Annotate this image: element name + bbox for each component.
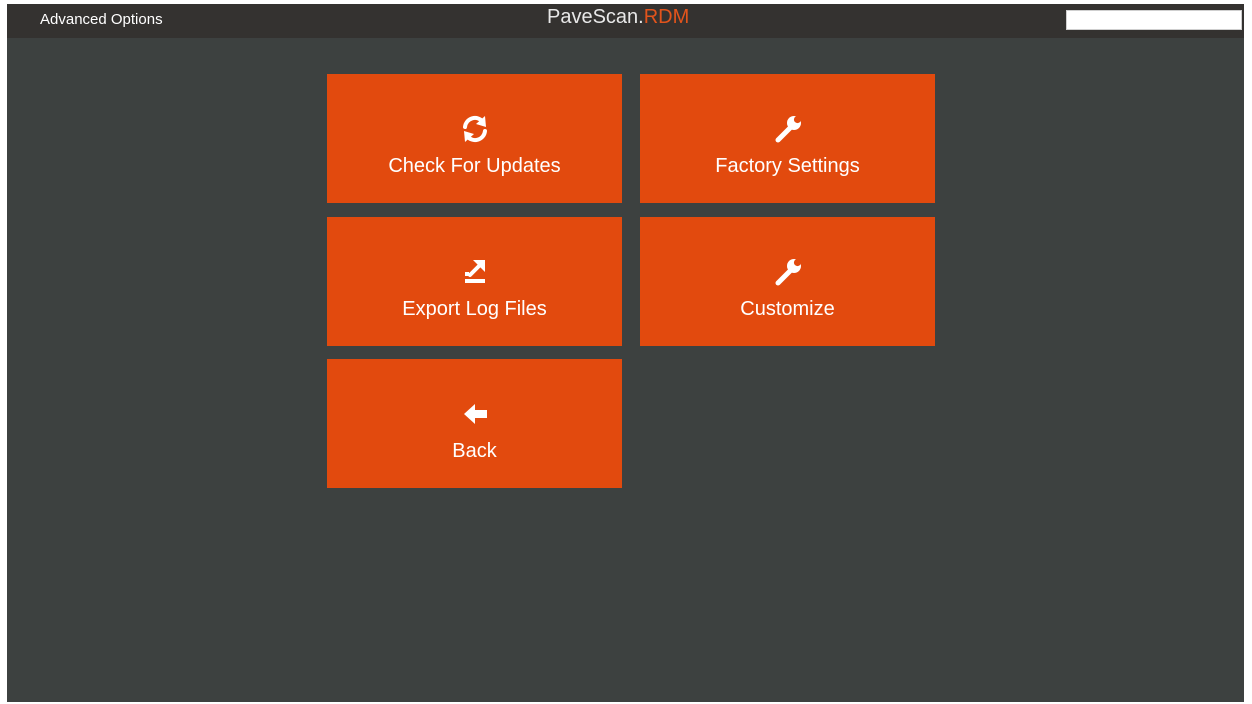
- export-icon: [458, 255, 492, 289]
- check-for-updates-label: Check For Updates: [388, 155, 561, 177]
- customize-button[interactable]: Customize: [640, 217, 935, 346]
- export-log-files-button[interactable]: Export Log Files: [327, 217, 622, 346]
- wrench-icon: [771, 255, 805, 289]
- brand-logo: PaveScan.RDM: [547, 6, 689, 29]
- top-bar: Advanced Options PaveScan.RDM: [7, 4, 1244, 38]
- wrench-icon: [771, 112, 805, 146]
- back-label: Back: [452, 440, 497, 462]
- back-button[interactable]: Back: [327, 359, 622, 488]
- app-window: Advanced Options PaveScan.RDM Check For …: [7, 4, 1244, 702]
- refresh-icon: [458, 112, 492, 146]
- factory-settings-label: Factory Settings: [715, 155, 860, 177]
- brand-accent: RDM: [643, 6, 690, 28]
- factory-settings-button[interactable]: Factory Settings: [640, 74, 935, 203]
- export-log-files-label: Export Log Files: [402, 298, 547, 320]
- screen-title: Advanced Options: [40, 11, 163, 28]
- top-right-field[interactable]: [1066, 10, 1242, 30]
- customize-label: Customize: [740, 298, 835, 320]
- brand-name: PaveScan: [547, 6, 639, 28]
- arrow-left-icon: [458, 397, 492, 431]
- check-for-updates-button[interactable]: Check For Updates: [327, 74, 622, 203]
